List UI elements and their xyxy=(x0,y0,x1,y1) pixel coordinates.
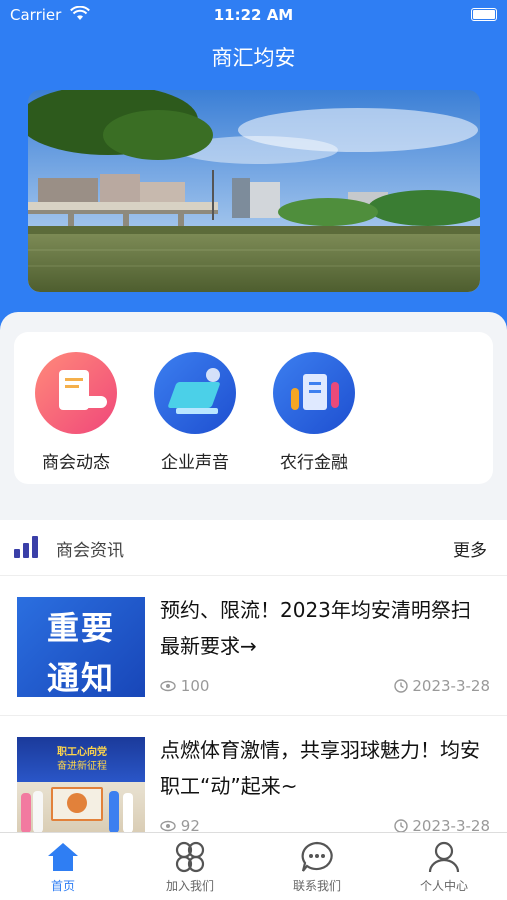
bottom-tab-bar: 首页 加入我们 联系我们 个人中心 xyxy=(0,832,507,900)
battery-icon xyxy=(471,8,497,21)
clock-icon xyxy=(393,679,408,693)
page-title: 商汇均安 xyxy=(211,46,296,70)
views-count: 100 xyxy=(160,677,209,695)
eye-icon xyxy=(160,820,176,832)
news-thumbnail: 重要 通知 xyxy=(17,597,145,697)
tab-contact-us[interactable]: 联系我们 xyxy=(254,841,380,894)
date-value: 2023-3-28 xyxy=(412,677,490,695)
tab-home[interactable]: 首页 xyxy=(0,841,126,894)
news-title: 点燃体育激情，共享羽球魅力！均安职工“动”起来~ xyxy=(160,738,480,798)
tab-label: 首页 xyxy=(50,879,75,893)
chat-card-icon xyxy=(35,352,117,434)
category-label: 商会动态 xyxy=(42,453,110,473)
eye-icon xyxy=(160,680,176,692)
clock: 11:22 AM xyxy=(213,6,294,24)
news-header: 商会资讯 更多 xyxy=(0,520,507,576)
laptop-icon xyxy=(154,352,236,434)
news-section-title: 商会资讯 xyxy=(56,541,124,561)
home-icon xyxy=(0,841,126,875)
bar-chart-icon xyxy=(14,536,42,558)
category-finance[interactable]: 农行金融 xyxy=(264,352,364,473)
news-section: 商会资讯 更多 重要 通知 预约、限流！2023年均安清明祭扫最新要求→ 100… xyxy=(0,520,507,837)
category-voice[interactable]: 企业声音 xyxy=(145,352,245,473)
person-icon xyxy=(381,841,507,875)
category-label: 农行金融 xyxy=(280,453,348,473)
views-value: 100 xyxy=(180,677,210,695)
thumbnail-text: 职工心向党 xyxy=(57,747,107,758)
tab-profile[interactable]: 个人中心 xyxy=(381,841,507,894)
category-news[interactable]: 商会动态 xyxy=(26,352,126,473)
thumbnail-text: 重要 xyxy=(46,609,115,647)
grid-clover-icon xyxy=(127,841,253,875)
news-title: 预约、限流！2023年均安清明祭扫最新要求→ xyxy=(160,598,471,658)
news-item[interactable]: 重要 通知 预约、限流！2023年均安清明祭扫最新要求→ 100 2023-3-… xyxy=(0,576,507,716)
tab-label: 个人中心 xyxy=(419,879,468,893)
news-thumbnail: 职工心向党 奋进新征程 xyxy=(17,737,145,837)
thumbnail-text: 通知 xyxy=(46,659,115,697)
tab-join-us[interactable]: 加入我们 xyxy=(127,841,253,894)
status-bar: Carrier 11:22 AM xyxy=(0,0,507,30)
chat-bubble-icon xyxy=(254,841,380,875)
clock-icon xyxy=(393,819,408,833)
category-card: 商会动态 企业声音 农行金融 xyxy=(14,332,493,484)
tab-label: 联系我们 xyxy=(292,879,341,893)
thumbnail-text: 奋进新征程 xyxy=(57,761,107,772)
finance-people-icon xyxy=(273,352,355,434)
publish-date: 2023-3-28 xyxy=(393,677,490,695)
tab-label: 加入我们 xyxy=(165,879,214,893)
category-label: 企业声音 xyxy=(161,453,229,473)
banner-image[interactable] xyxy=(28,90,480,292)
more-link[interactable]: 更多 xyxy=(453,536,487,561)
